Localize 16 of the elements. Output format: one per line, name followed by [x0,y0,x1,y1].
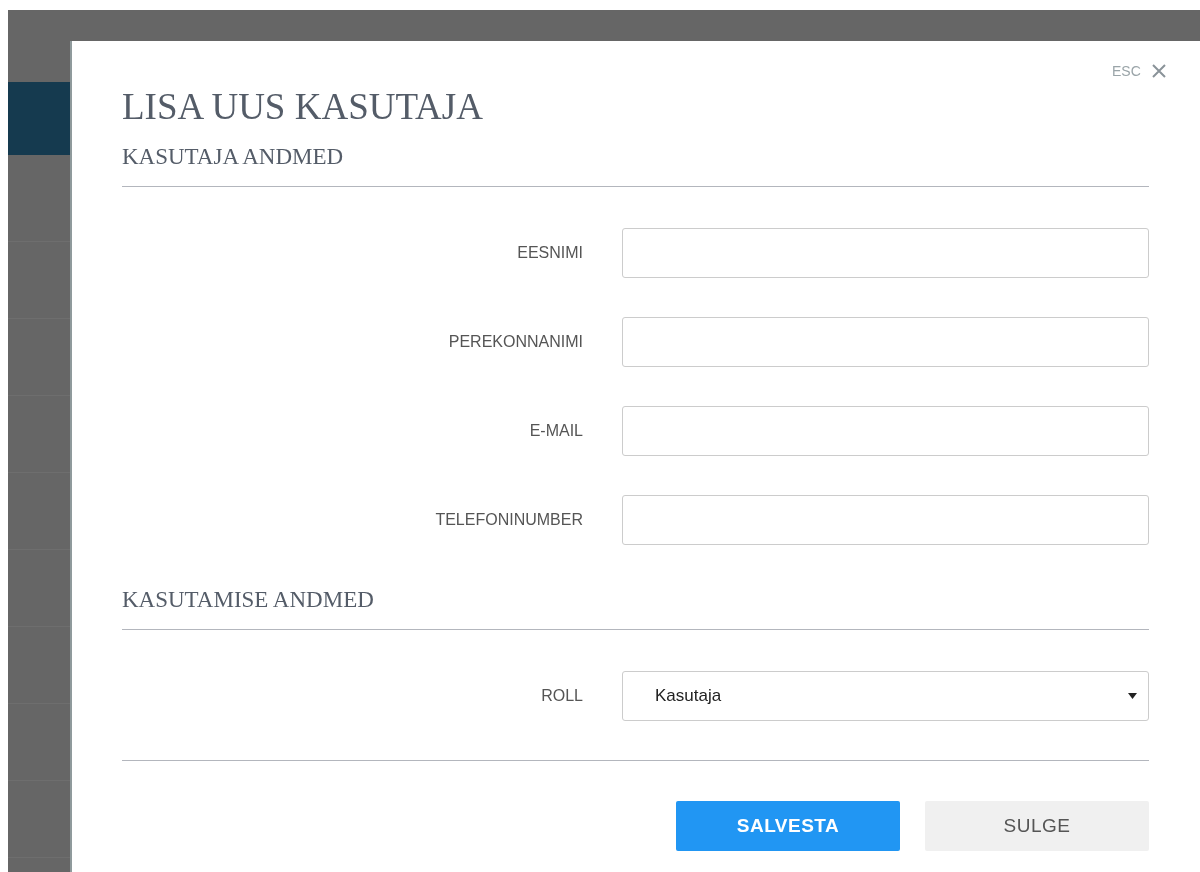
field-label: ROLL [540,687,583,705]
field-label: E-MAIL [528,422,583,440]
input-field[interactable] [622,495,1149,545]
role-dropdown[interactable]: Kasutaja [622,671,1149,721]
input-field[interactable] [622,228,1149,278]
input-field[interactable] [622,317,1149,367]
field-label: EESNIMI [516,244,583,262]
close-icon [1150,63,1167,79]
input-field[interactable] [622,406,1149,456]
caret-icon [1128,693,1137,699]
dialog-title: LISA UUS KASUTAJA [122,86,484,128]
section-heading: KASUTAMISE ANDMED [122,585,1149,630]
field-label: TELEFONINUMBER [434,511,583,529]
close-dialog-button[interactable]: SULGE [925,801,1149,851]
section-heading: KASUTAJA ANDMED [122,142,1149,187]
field-label: PEREKONNANIMI [447,333,583,351]
